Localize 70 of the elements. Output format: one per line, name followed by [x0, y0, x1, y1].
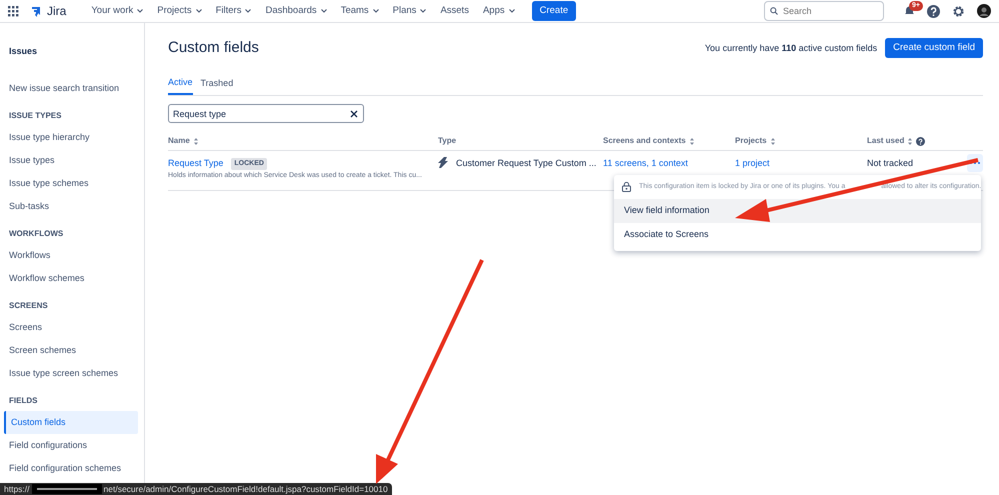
sort-icon	[194, 138, 198, 144]
menu-item[interactable]: View field information	[614, 198, 981, 222]
sidebar-item[interactable]: Workflow schemes	[4, 266, 138, 290]
column-header[interactable]: Screens and contexts	[603, 135, 694, 147]
screens-link[interactable]: 11 screens, 1 context	[603, 158, 688, 168]
nav-menu[interactable]: Projects	[152, 2, 207, 20]
page-title: Custom fields	[168, 38, 259, 58]
filter-field[interactable]: Request type	[168, 104, 364, 123]
nav-menu[interactable]: Plans	[388, 2, 432, 20]
lightning-icon	[438, 157, 448, 168]
nav-menu[interactable]: Teams	[336, 2, 384, 20]
column-header[interactable]: Last used	[867, 135, 926, 147]
chevron-down-icon	[320, 9, 327, 13]
column-header[interactable]: Name	[168, 135, 198, 147]
jira-logo-icon	[31, 4, 43, 18]
sidebar-item[interactable]: Workflows	[4, 244, 138, 266]
field-name-link[interactable]: Request Type	[168, 157, 224, 170]
projects-link[interactable]: 1 project	[735, 158, 770, 168]
sort-icon	[690, 138, 694, 144]
chevron-down-icon	[420, 9, 426, 13]
status-url: net/secure/admin/ConfigureCustomField!default.jspa?customFieldId=10010	[104, 482, 388, 495]
nav-menu[interactable]: Apps	[478, 2, 520, 20]
sidebar-item[interactable]: Field configuration schemes	[4, 456, 138, 480]
app-name: Jira	[47, 3, 66, 20]
nav-menu[interactable]: Filters	[210, 2, 256, 20]
sidebar-item[interactable]: Issue type hierarchy	[4, 126, 138, 148]
chevron-down-icon	[137, 9, 144, 13]
search-field[interactable]: Search	[764, 1, 884, 21]
nav-menu[interactable]: Your work	[86, 2, 148, 20]
sort-icon	[908, 138, 912, 144]
clear-icon[interactable]	[350, 110, 358, 118]
custom-field-count: You currently have 110 active custom fields	[704, 42, 878, 55]
status-url-prefix: https://	[4, 482, 30, 495]
create-custom-field-button[interactable]: Create custom field	[885, 38, 983, 58]
column-header[interactable]: Type	[438, 135, 456, 147]
create-button[interactable]: Create	[532, 0, 576, 22]
sidebar-heading: WORKFLOWS	[8, 228, 64, 240]
chevron-down-icon	[196, 9, 202, 13]
help-icon[interactable]	[927, 4, 940, 18]
sidebar-heading: SCREENS	[8, 300, 49, 312]
sidebar-item[interactable]: Issue types	[4, 148, 138, 172]
tab[interactable]: Active	[168, 76, 193, 95]
avatar-icon[interactable]	[977, 4, 991, 18]
sidebar-item[interactable]: Issue type schemes	[4, 172, 138, 194]
nav-menu[interactable]: Dashboards	[260, 2, 332, 20]
sidebar-item[interactable]: Screen schemes	[4, 338, 138, 362]
redaction-bar	[32, 484, 102, 494]
sidebar-item[interactable]: Sub-tasks	[4, 194, 138, 218]
sidebar-heading: ISSUE TYPES	[8, 110, 62, 122]
lock-icon	[622, 182, 631, 192]
sidebar-item[interactable]: Issue type screen schemes	[4, 362, 138, 384]
tab[interactable]: Trashed	[200, 76, 234, 95]
sidebar-title: Issues	[8, 45, 38, 58]
sidebar-item[interactable]: Custom fields	[4, 410, 138, 434]
chevron-down-icon	[508, 9, 515, 13]
sort-icon	[770, 138, 775, 144]
field-type: Customer Request Type Custom ...	[456, 157, 596, 170]
help-icon[interactable]	[916, 136, 926, 146]
last-used: Not tracked	[867, 157, 914, 170]
sidebar-heading: FIELDS	[8, 394, 38, 406]
sidebar-item[interactable]: Field configurations	[4, 434, 138, 456]
sidebar-item[interactable]: Screens	[4, 316, 138, 338]
chevron-down-icon	[245, 9, 252, 13]
app-grid-icon[interactable]	[8, 6, 19, 16]
chevron-down-icon	[372, 9, 379, 13]
menu-item[interactable]: Associate to Screens	[614, 222, 981, 246]
sidebar-item[interactable]: New issue search transition	[4, 76, 138, 100]
settings-icon[interactable]	[952, 4, 965, 18]
column-header[interactable]: Projects	[735, 135, 775, 147]
nav-menu[interactable]: Assets	[435, 2, 474, 20]
